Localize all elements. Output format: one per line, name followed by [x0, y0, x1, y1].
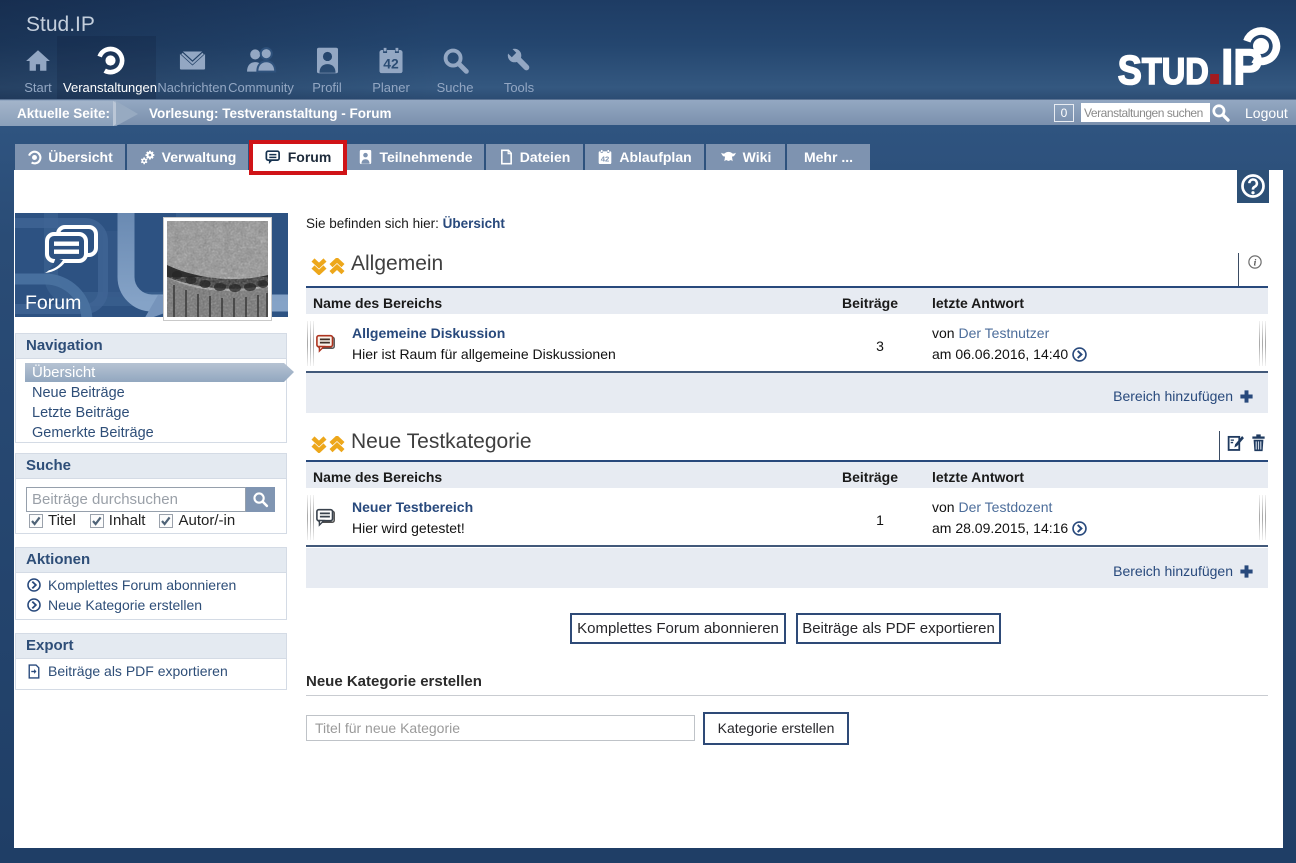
svg-text:i: i	[1254, 257, 1257, 268]
